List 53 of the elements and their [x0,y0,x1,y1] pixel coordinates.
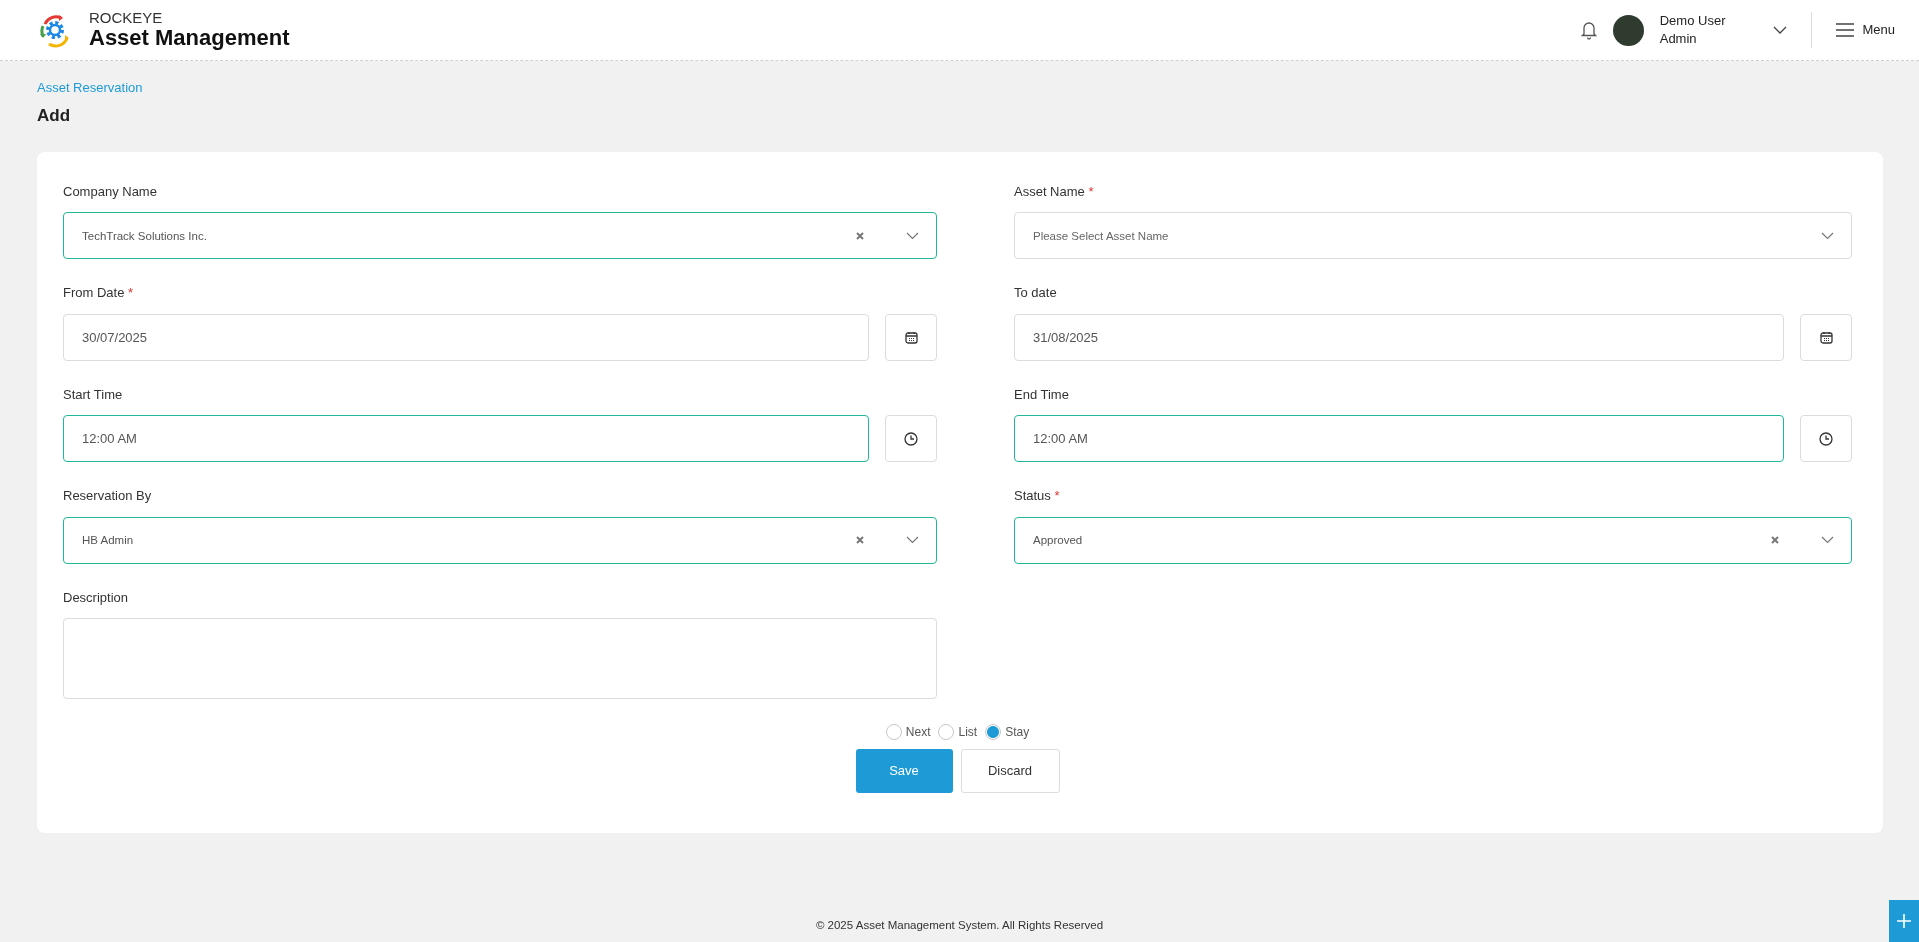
plus-icon [1897,914,1911,928]
notification-bell-icon[interactable] [1580,20,1597,40]
field-label: Start Time [63,385,123,404]
clock-button[interactable] [885,415,937,463]
menu-icon [1836,23,1855,37]
calendar-button[interactable] [885,313,937,361]
radio-label[interactable]: Next [905,722,931,741]
clear-icon[interactable] [1771,536,1779,545]
clear-icon[interactable] [856,536,864,545]
date-field[interactable]: 30/07/2025 [63,313,869,361]
calendar-button[interactable] [1800,313,1852,361]
field-label: Description [63,588,129,607]
select-field[interactable]: Please Select Asset Name [1014,212,1852,260]
avatar[interactable] [1612,14,1644,46]
page-title: Add [37,105,72,126]
radio-button[interactable] [985,723,1002,740]
clear-icon[interactable] [856,231,864,240]
select-field[interactable]: TechTrack Solutions Inc. [63,212,937,260]
field-label: To date [1014,284,1057,303]
user-role: Admin [1659,30,1698,48]
time-field[interactable]: 12:00 AM [63,415,869,463]
select-field[interactable]: Approved [1014,516,1852,564]
radio-button[interactable] [885,723,902,740]
chevron-down-icon[interactable] [1821,231,1834,240]
radio-label[interactable]: Stay [1005,722,1030,741]
field-label: Asset Name * [1014,182,1094,201]
radio-button[interactable] [938,723,955,740]
menu-button[interactable]: Menu [1836,20,1895,40]
chevron-down-icon[interactable] [906,231,919,240]
add-button[interactable] [1889,900,1919,942]
calendar-icon [904,330,918,344]
chevron-down-icon[interactable] [1821,536,1834,545]
date-field[interactable]: 31/08/2025 [1014,313,1784,361]
chevron-down-icon[interactable] [1773,26,1788,34]
field-label: End Time [1014,385,1069,404]
description-field[interactable] [63,618,937,700]
field-label: Company Name [63,182,157,201]
brand-subtitle: ROCKEYE [89,9,164,27]
clock-icon [1819,431,1833,446]
user-name: Demo User [1659,11,1726,30]
app-title: Asset Management [89,26,290,51]
chevron-down-icon[interactable] [906,536,919,545]
footer-text: © 2025 Asset Management System. All Rights Reserved [815,918,1104,931]
time-field[interactable]: 12:00 AM [1014,415,1784,463]
clock-button[interactable] [1800,415,1852,463]
field-label: From Date * [63,284,134,303]
radio-label[interactable]: List [958,722,978,741]
field-label: Reservation By [63,487,152,506]
discard-button[interactable]: Discard [960,748,1060,793]
select-field[interactable]: HB Admin [63,516,937,564]
field-label: Status * [1014,487,1060,506]
calendar-icon [1819,330,1833,344]
clock-icon [904,431,918,446]
